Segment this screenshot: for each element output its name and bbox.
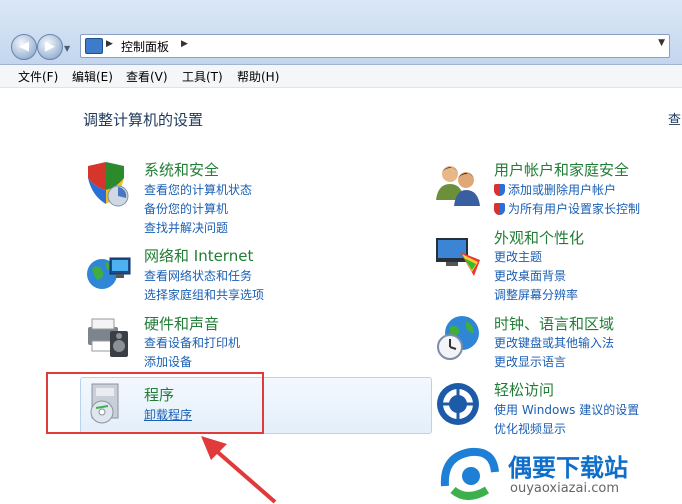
link-backup-computer[interactable]: 备份您的计算机 [144,200,228,217]
menu-edit[interactable]: 编辑(E) [72,68,113,85]
system-security-shield-icon [88,162,129,207]
breadcrumb-separator-icon[interactable]: ▶ [106,39,113,49]
breadcrumb-separator-icon[interactable]: ▶ [181,39,188,49]
watermark-url: ouyaoxiazai.com [510,481,619,496]
forward-button[interactable]: ▶ [37,34,63,60]
category-ease-of-access[interactable]: 轻松访问 [494,379,554,400]
link-homegroup-sharing[interactable]: 选择家庭组和共享选项 [144,286,264,303]
link-change-display-language[interactable]: 更改显示语言 [494,353,566,370]
back-button[interactable]: ◀ [11,34,37,60]
uac-shield-icon [494,184,505,196]
link-parental-controls-label: 为所有用户设置家长控制 [508,202,641,216]
category-system-security[interactable]: 系统和安全 [144,159,219,180]
link-screen-resolution[interactable]: 调整屏幕分辨率 [494,286,578,303]
category-appearance[interactable]: 外观和个性化 [494,227,584,248]
menu-help[interactable]: 帮助(H) [237,68,279,85]
link-add-device[interactable]: 添加设备 [144,353,192,370]
recent-pages-dropdown-icon[interactable]: ▼ [64,44,74,54]
category-clock-language-region[interactable]: 时钟、语言和区域 [494,313,614,334]
link-parental-controls[interactable]: 为所有用户设置家长控制 [494,200,640,217]
appearance-monitor-icon [436,238,480,276]
control-panel-icon [85,38,103,54]
menu-file[interactable]: 文件(F) [18,68,58,85]
printer-speaker-icon [88,318,128,357]
link-troubleshoot[interactable]: 查找并解决问题 [144,219,228,236]
menu-view[interactable]: 查看(V) [126,68,168,85]
link-change-theme[interactable]: 更改主题 [494,248,542,265]
clock-globe-icon [437,316,479,360]
breadcrumb-control-panel[interactable]: 控制面板 [121,38,169,55]
category-network-internet[interactable]: 网络和 Internet [144,245,253,266]
link-devices-printers[interactable]: 查看设备和打印机 [144,334,240,351]
link-windows-recommended-settings[interactable]: 使用 Windows 建议的设置 [494,401,639,418]
ease-of-access-icon [437,383,479,425]
page-title: 调整计算机的设置 [83,111,204,129]
uac-shield-icon [494,203,505,215]
link-optimize-video-display[interactable]: 优化视频显示 [494,420,566,437]
user-accounts-icon [436,166,480,206]
red-arrow-annotation [201,436,277,504]
link-change-desktop-background[interactable]: 更改桌面背景 [494,267,566,284]
category-user-accounts[interactable]: 用户帐户和家庭安全 [494,159,629,180]
link-change-keyboard[interactable]: 更改键盘或其他输入法 [494,334,614,351]
address-dropdown-icon[interactable]: ▼ [658,38,665,48]
view-by-label[interactable]: 查 [668,109,681,128]
navigation-bar: ◀ ▶ ▼ ▶ 控制面板 ▶ ▼ [0,0,682,65]
link-view-computer-status[interactable]: 查看您的计算机状态 [144,181,252,198]
category-hardware-sound[interactable]: 硬件和声音 [144,313,219,334]
link-add-remove-accounts-label: 添加或删除用户帐户 [508,183,617,197]
menu-tools[interactable]: 工具(T) [182,68,223,85]
network-globe-icon [87,257,131,289]
menu-bar: 文件(F) 编辑(E) 查看(V) 工具(T) 帮助(H) [0,65,682,88]
watermark-title: 偶要下载站 [508,454,628,482]
link-add-remove-accounts[interactable]: 添加或删除用户帐户 [494,181,616,198]
highlight-box [46,372,264,434]
address-bar[interactable]: ▶ 控制面板 ▶ ▼ [80,34,670,58]
link-network-status[interactable]: 查看网络状态和任务 [144,267,252,284]
watermark-logo [440,447,499,500]
